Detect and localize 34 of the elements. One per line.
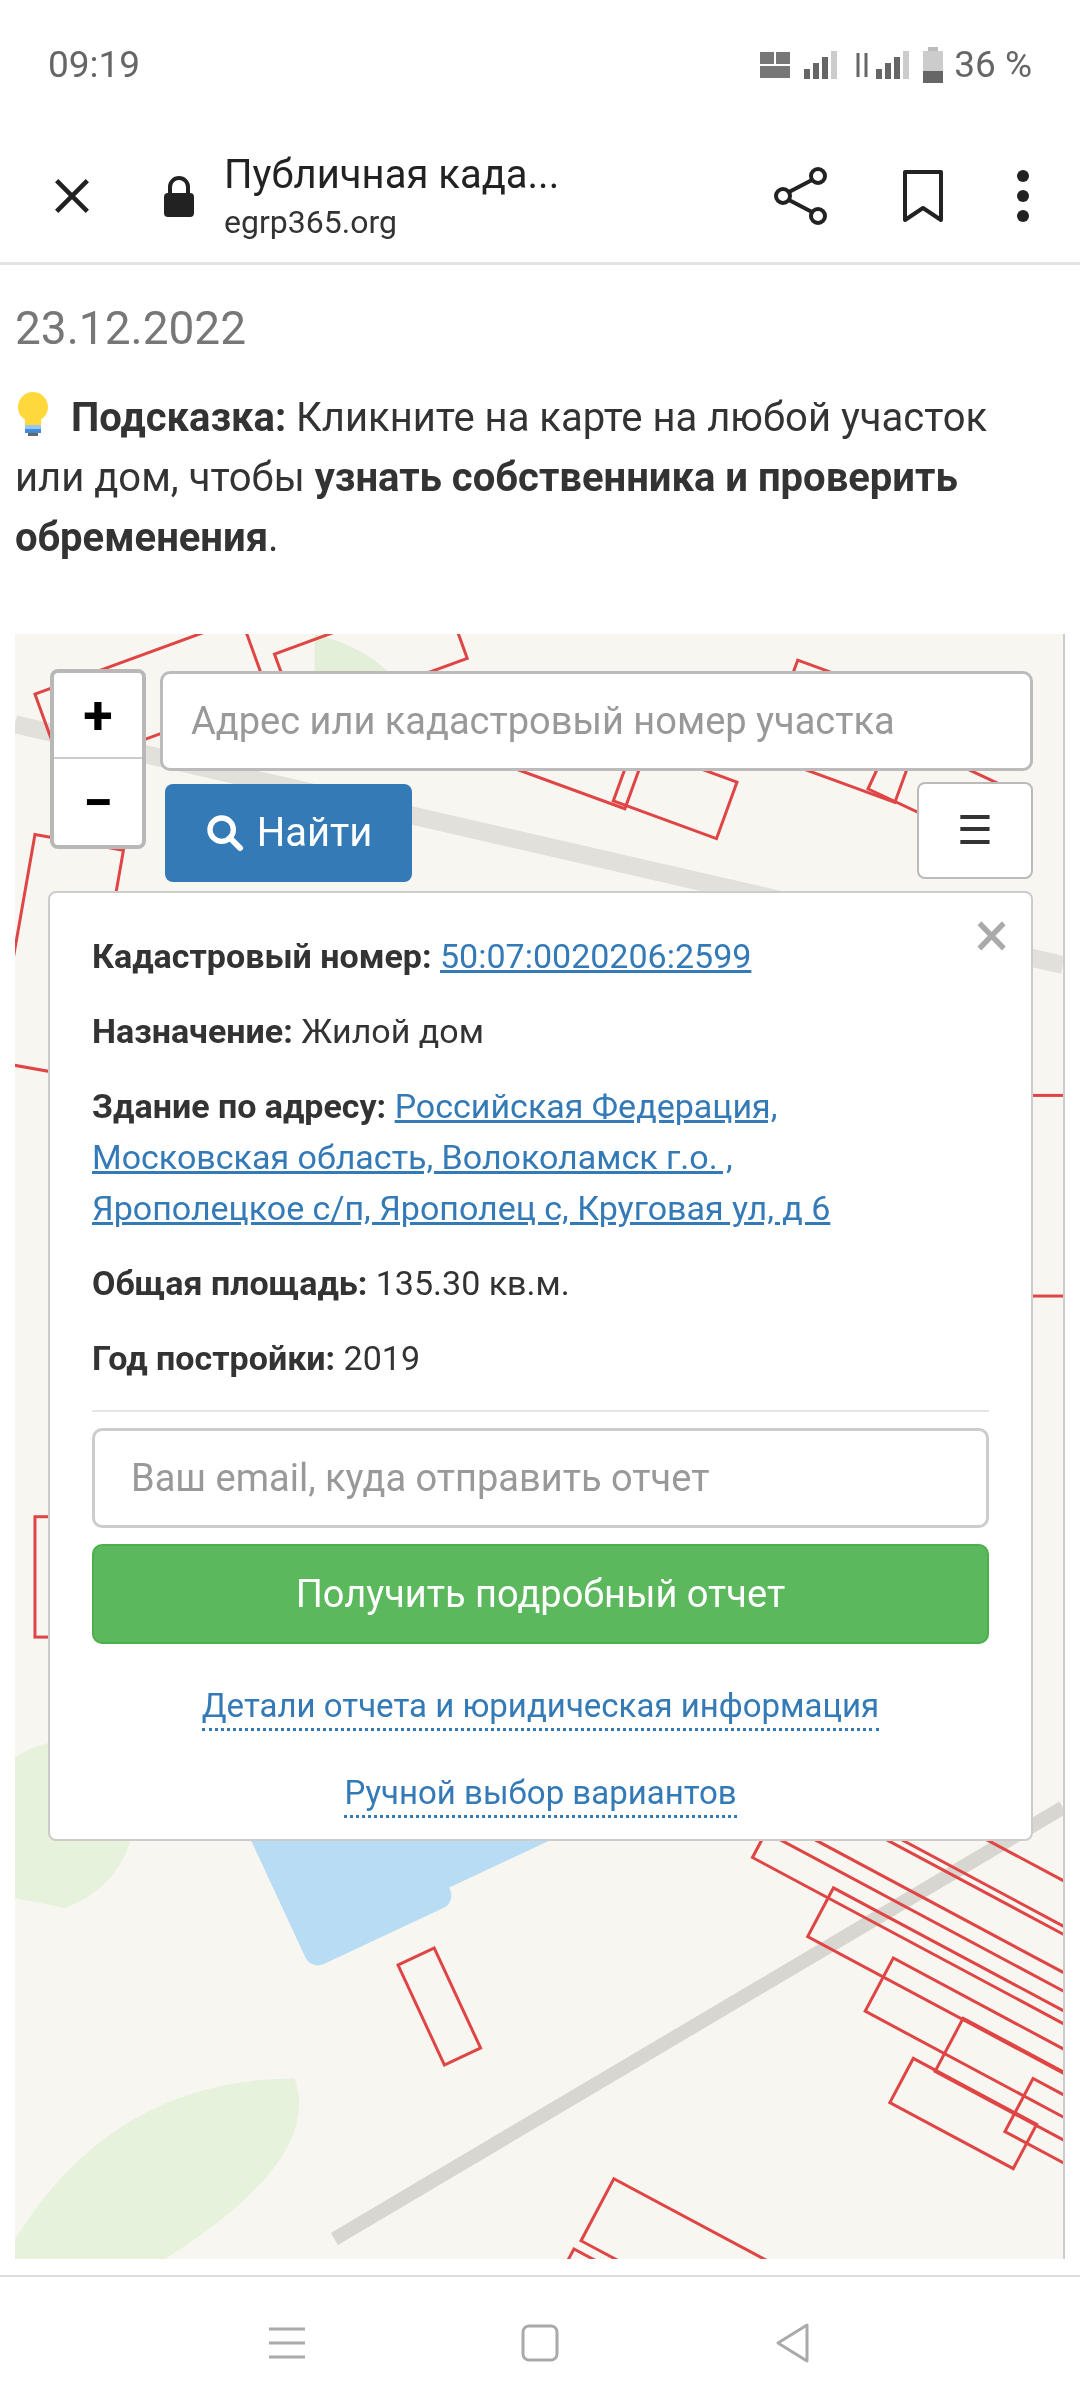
page-title: Публичная када... [224, 150, 561, 200]
hint-text: Подсказка: Кликните на карте на любой участок или дом, чтобы узнать собственника и проверить обременения. [15, 388, 1045, 568]
field-value: 135.30 кв.м. [375, 1263, 570, 1303]
field-value: Жилой дом [301, 1011, 484, 1051]
map-date: 23.12.2022 [15, 300, 248, 357]
close-popup-button[interactable]: × [974, 901, 1009, 971]
report-button[interactable]: Получить подробный отчет [92, 1544, 989, 1644]
email-field[interactable]: Ваш email, куда отправить отчет [92, 1428, 989, 1528]
search-field[interactable]: Адрес или кадастровый номер участка [160, 671, 1033, 771]
more-icon [1016, 168, 1030, 224]
field-label: Кадастровый номер: [92, 936, 432, 976]
field-value: 2019 [343, 1338, 421, 1378]
battery-icon [922, 47, 945, 83]
info-link[interactable]: Детали отчета и юридическая информация [201, 1684, 880, 1731]
share-icon [773, 166, 829, 226]
info-link[interactable]: Ручной выбор вариантов [344, 1771, 737, 1818]
search-icon [204, 813, 245, 853]
find-button[interactable]: Найти [165, 784, 412, 882]
field-label: Общая площадь: [92, 1263, 368, 1303]
bookmark-icon [901, 168, 945, 224]
status-time: 09:19 [48, 42, 141, 89]
field-label: Назначение: [92, 1011, 293, 1051]
property-link[interactable]: Ярополецкое с/п, Ярополец с, Круговая ул, д 6 [92, 1188, 831, 1228]
property-link[interactable]: Московская область, Волоколамск г.о. , [92, 1137, 733, 1177]
field-label: Здание по адресу: [92, 1086, 387, 1126]
battery-percent: 36 % [954, 42, 1032, 89]
property-link[interactable]: 50:07:0020206:2599 [440, 936, 752, 976]
page-url: egrp365.org [224, 202, 398, 243]
menu-button[interactable]: ☰ [917, 782, 1033, 879]
lightbulb-icon [15, 391, 51, 437]
zoom-out-button[interactable]: − [54, 759, 142, 845]
lock-icon [162, 175, 196, 217]
field-label: Год постройки: [92, 1338, 336, 1378]
property-link[interactable]: Российская Федерация, [394, 1086, 778, 1126]
